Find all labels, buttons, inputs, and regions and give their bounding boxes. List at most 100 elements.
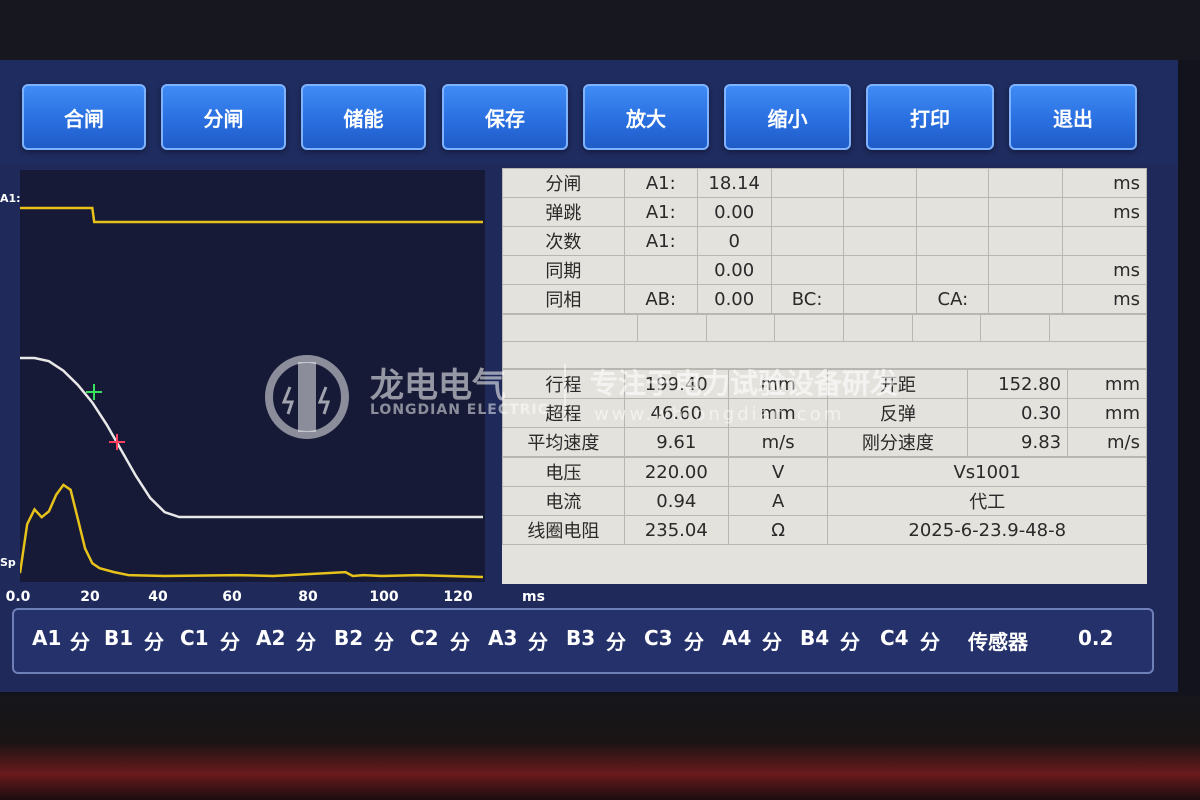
table-cell: 次数 [502,226,625,256]
channel-item[interactable]: 分 [374,626,394,655]
x-tick-label: 20 [80,589,100,605]
channel-item[interactable]: B2 [334,626,363,650]
table-cell: A1: [623,197,698,227]
x-tick-label: 0.0 [6,589,31,605]
channel-item[interactable]: 分 [528,626,548,655]
table-row: 同期 0.00 ms [502,255,1147,285]
table-cell [916,168,990,198]
channel-item[interactable]: B1 [104,626,133,650]
channel-item[interactable]: A3 [488,626,517,650]
table-cell: CA: [916,284,990,314]
print-button[interactable]: 打印 [866,84,994,150]
table-cell [916,255,990,285]
table-cell: 同期 [502,255,625,285]
channel-item[interactable]: 分 [606,626,626,655]
channel-item[interactable]: 分 [684,626,704,655]
x-tick-label: 80 [298,589,318,605]
x-axis-unit-label: ms [522,589,545,605]
table-cell: 2025-6-23.9-48-8 [827,515,1147,545]
x-tick-label: 60 [222,589,242,605]
device-screen: 合闸 分闸 储能 保存 放大 缩小 打印 退出 A1: Sp 0.0 20 40 60… [0,60,1178,692]
zoom-in-button[interactable]: 放大 [583,84,709,150]
channel-item[interactable]: 分 [450,626,470,655]
channel-item[interactable]: 分 [920,626,940,655]
energy-storage-button[interactable]: 储能 [301,84,426,150]
table-cell [1062,226,1147,256]
table-row: 次数 A1: 0 [502,226,1147,256]
table-cell: ms [1062,284,1147,314]
exit-button[interactable]: 退出 [1009,84,1137,150]
table-cell: 0.00 [696,284,772,314]
brand-logo-icon [265,355,349,439]
table-cell: mm [1067,369,1147,399]
save-button[interactable]: 保存 [442,84,568,150]
table-cell: ms [1062,255,1147,285]
table-cell [988,226,1064,256]
channel-item[interactable]: C1 [180,626,209,650]
zoom-out-button[interactable]: 缩小 [724,84,851,150]
table-cell [842,255,918,285]
table-cell [623,255,698,285]
device-bezel-bottom [0,695,1200,800]
table-cell: 代工 [827,486,1147,516]
channel-item[interactable]: 分 [144,626,164,655]
toolbar: 合闸 分闸 储能 保存 放大 缩小 打印 退出 [0,60,1178,165]
table-cell: 电流 [502,486,625,516]
table-cell [988,284,1064,314]
channel-item[interactable]: A2 [256,626,285,650]
channel-item[interactable]: 分 [220,626,240,655]
channel-label-sp: Sp [0,556,16,569]
channel-item[interactable]: 分 [70,626,90,655]
table-cell [988,255,1064,285]
table-cell: 同相 [502,284,625,314]
table-cell: 0.00 [696,197,772,227]
table-row: 分闸 A1: 18.14 ms [502,168,1147,198]
table-cell: BC: [770,284,844,314]
table-cell: 220.00 [623,457,729,487]
table-cell: A [727,486,829,516]
table-cell: 分闸 [502,168,625,198]
table-cell: Vs1001 [827,457,1147,487]
channel-item[interactable]: 分 [296,626,316,655]
table-cell: AB: [623,284,698,314]
series-sp-line [18,483,484,579]
channel-item[interactable]: 分 [762,626,782,655]
table-cell [988,197,1064,227]
series-a1-line [20,206,483,224]
table-cell [842,197,918,227]
table-cell: 152.80 [967,369,1069,399]
table-cell [770,168,844,198]
table-cell [842,226,918,256]
close-switch-button[interactable]: 合闸 [22,84,146,150]
table-cell [916,226,990,256]
channel-item[interactable]: 0.2 [1078,626,1113,650]
table-row: 线圈电阻 235.04 Ω 2025-6-23.9-48-8 [502,515,1147,545]
table-cell: 线圈电阻 [502,515,625,545]
open-switch-button[interactable]: 分闸 [161,84,286,150]
x-axis-labels: 0.0 20 40 60 80 100 120 ms [6,589,545,605]
channel-item[interactable]: A4 [722,626,751,650]
marker-red-icon [109,434,125,450]
channel-item[interactable]: 分 [840,626,860,655]
table-cell [842,168,918,198]
channel-item[interactable]: B3 [566,626,595,650]
channel-item[interactable]: C4 [880,626,909,650]
table-cell: A1: [623,168,698,198]
table-row: 同相 AB: 0.00 BC: CA: ms [502,284,1147,314]
channel-item[interactable]: C2 [410,626,439,650]
channel-item[interactable]: A1 [32,626,61,650]
table-cell: 9.83 [967,427,1069,457]
table-cell: ms [1062,197,1147,227]
channel-item[interactable]: B4 [800,626,829,650]
table-cell [770,226,844,256]
channel-selector-bar: A1 分 B1 分 C1 分 A2 分 B2 分 C2 分 A3 分 B3 分 C3 分 A4 分 B4 分 C4 分传感器 0… [12,608,1154,674]
device-bezel-top [0,0,1200,60]
table-cell: 18.14 [696,168,772,198]
channel-item[interactable]: 传感器 [968,626,1028,655]
table-cell [916,197,990,227]
watermark-url: www.whlongdian.com [594,404,845,425]
table-cell: 弹跳 [502,197,625,227]
channel-label-a1: A1: [0,192,21,205]
table-cell: 0 [696,226,772,256]
channel-item[interactable]: C3 [644,626,673,650]
